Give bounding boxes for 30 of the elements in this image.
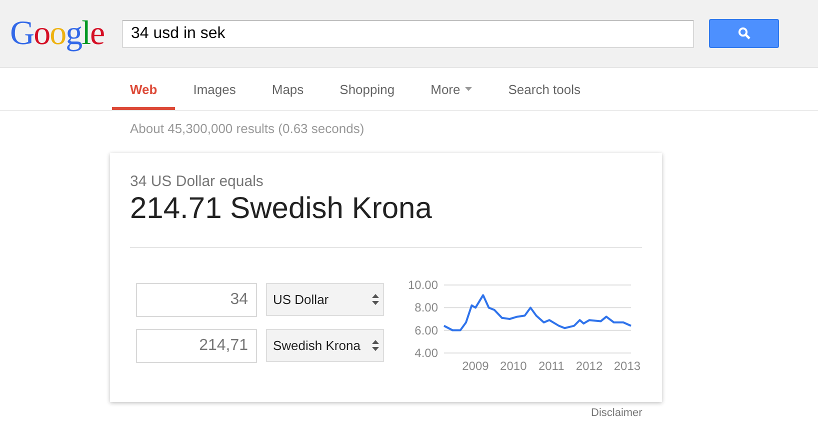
y-tick-label: 10.00: [408, 278, 438, 292]
x-tick-label: 2013: [614, 359, 641, 373]
y-tick-label: 4.00: [414, 346, 438, 360]
conversion-statement: 34 US Dollar equals: [130, 173, 264, 190]
google-logo[interactable]: Google: [10, 14, 120, 52]
x-tick-label: 2012: [576, 359, 603, 373]
amount-field[interactable]: 34: [136, 283, 257, 317]
nav-tab[interactable]: Shopping: [322, 68, 413, 110]
updown-icon: [372, 340, 379, 351]
x-tick-label: 2011: [538, 359, 564, 373]
result-stats: About 45,300,000 results (0.63 seconds): [129, 120, 366, 136]
caret-icon: [465, 87, 472, 91]
y-tick-label: 8.00: [414, 300, 438, 315]
currency-select[interactable]: Swedish Krona: [266, 329, 384, 362]
amount-field[interactable]: 214,71: [136, 329, 257, 363]
more-menu[interactable]: More: [412, 68, 490, 110]
currency-select[interactable]: US Dollar: [266, 283, 384, 316]
y-tick-label: 6.00: [414, 323, 438, 338]
conversion-result: 214.71 Swedish Krona: [130, 192, 433, 226]
disclaimer-link[interactable]: Disclaimer: [591, 407, 642, 419]
nav-tab[interactable]: Maps: [254, 68, 322, 110]
nav-tab[interactable]: Web: [112, 68, 176, 110]
updown-icon: [372, 294, 379, 305]
search-button[interactable]: [709, 19, 779, 48]
x-tick-label: 2009: [462, 359, 489, 373]
nav-tab[interactable]: Images: [175, 68, 254, 110]
search-field[interactable]: 34 usd in sek: [122, 20, 694, 48]
nav-tab[interactable]: Search tools: [490, 68, 598, 110]
x-tick-label: 2010: [500, 359, 527, 373]
search-icon: [738, 27, 750, 40]
